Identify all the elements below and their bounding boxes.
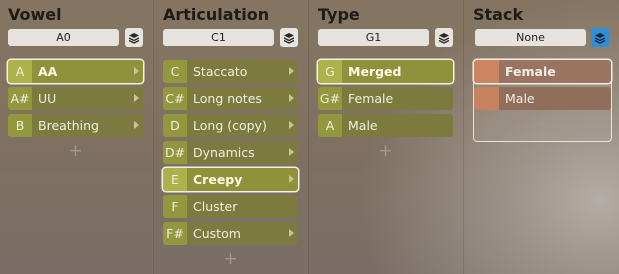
type-item-merged[interactable]: G Merged (318, 60, 453, 83)
key-label: A (8, 60, 32, 83)
key-label: F# (163, 222, 187, 245)
vowel-list: A AA A# UU B Breathing + (8, 60, 143, 161)
vowel-item-aa[interactable]: A AA (8, 60, 143, 83)
vowel-add-button[interactable]: + (8, 141, 143, 161)
articulation-key-field[interactable]: C1 (163, 29, 274, 46)
type-item-male[interactable]: A Male (318, 114, 453, 137)
key-label: G# (318, 87, 342, 110)
stack-layers-button[interactable] (591, 28, 609, 47)
item-label: Male (348, 118, 378, 133)
key-label: F (163, 195, 187, 218)
vowel-column: Vowel A0 A AA A# UU B Breathing + (0, 0, 154, 274)
articulation-item-cluster[interactable]: F Cluster (163, 195, 298, 218)
key-label: C# (163, 87, 187, 110)
key-label: E (163, 168, 187, 191)
color-swatch (474, 87, 499, 110)
chevron-right-icon[interactable] (289, 175, 294, 183)
articulation-item-dynamics[interactable]: D# Dynamics (163, 141, 298, 164)
key-label: B (8, 114, 32, 137)
articulation-item-custom[interactable]: F# Custom (163, 222, 298, 245)
articulation-item-long-notes[interactable]: C# Long notes (163, 87, 298, 110)
stack-title: Stack (473, 5, 524, 24)
chevron-right-icon[interactable] (289, 121, 294, 129)
articulation-item-long-copy[interactable]: D Long (copy) (163, 114, 298, 137)
type-add-button[interactable]: + (318, 141, 453, 161)
vowel-title: Vowel (8, 5, 62, 24)
layers-icon (128, 32, 140, 44)
item-label: Creepy (193, 172, 243, 187)
item-label: AA (38, 64, 58, 79)
articulation-list: C Staccato C# Long notes D Long (copy) D… (163, 60, 298, 269)
type-title: Type (318, 5, 360, 24)
articulation-column: Articulation C1 C Staccato C# Long notes… (155, 0, 309, 274)
stack-item-female[interactable]: Female (474, 60, 611, 83)
chevron-right-icon[interactable] (134, 121, 139, 129)
color-swatch (474, 60, 499, 83)
chevron-right-icon[interactable] (134, 94, 139, 102)
vowel-item-breathing[interactable]: B Breathing (8, 114, 143, 137)
item-label: UU (38, 91, 57, 106)
articulation-item-staccato[interactable]: C Staccato (163, 60, 298, 83)
item-label: Custom (193, 226, 241, 241)
item-label: Merged (348, 64, 402, 79)
key-label: C (163, 60, 187, 83)
item-label: Staccato (193, 64, 248, 79)
type-key-field[interactable]: G1 (318, 29, 429, 46)
chevron-right-icon[interactable] (134, 67, 139, 75)
chevron-right-icon[interactable] (289, 229, 294, 237)
vowel-key-field[interactable]: A0 (8, 29, 119, 46)
key-label: A# (8, 87, 32, 110)
item-label: Breathing (38, 118, 99, 133)
item-label: Female (505, 64, 556, 79)
chevron-right-icon[interactable] (289, 67, 294, 75)
vowel-item-uu[interactable]: A# UU (8, 87, 143, 110)
layers-icon (283, 32, 295, 44)
chevron-right-icon[interactable] (289, 148, 294, 156)
articulation-title: Articulation (163, 5, 270, 24)
item-label: Cluster (193, 199, 238, 214)
key-label: D# (163, 141, 187, 164)
chevron-right-icon[interactable] (289, 94, 294, 102)
vowel-layers-button[interactable] (125, 28, 143, 47)
articulation-layers-button[interactable] (280, 28, 298, 47)
item-label: Long notes (193, 91, 262, 106)
articulation-item-creepy[interactable]: E Creepy (163, 168, 298, 191)
stack-container: Female Male + (473, 59, 612, 142)
key-label: D (163, 114, 187, 137)
item-label: Long (copy) (193, 118, 267, 133)
articulation-add-button[interactable]: + (163, 249, 298, 269)
stack-add-button[interactable]: + (474, 114, 611, 134)
layers-icon (594, 32, 606, 44)
key-label: G (318, 60, 342, 83)
stack-key-field[interactable]: None (475, 29, 586, 46)
item-label: Female (348, 91, 394, 106)
type-item-female[interactable]: G# Female (318, 87, 453, 110)
type-layers-button[interactable] (435, 28, 453, 47)
layers-icon (438, 32, 450, 44)
item-label: Male (505, 91, 535, 106)
type-column: Type G1 G Merged G# Female A Male + (310, 0, 464, 274)
key-label: A (318, 114, 342, 137)
item-label: Dynamics (193, 145, 255, 160)
type-list: G Merged G# Female A Male + (318, 60, 453, 161)
stack-item-male[interactable]: Male (474, 87, 611, 110)
